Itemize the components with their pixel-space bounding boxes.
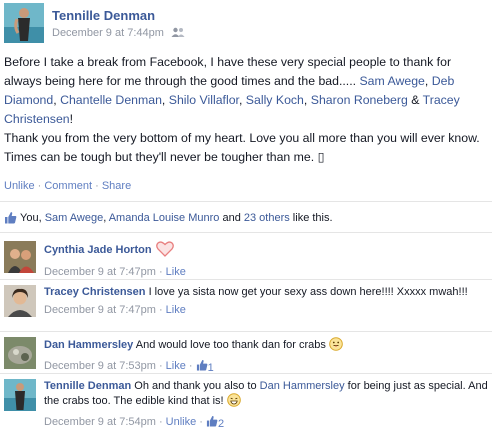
comment-timestamp[interactable]: December 9 at 7:53pm — [44, 360, 156, 372]
comment-body: Tracey Christensen I love ya sista now g… — [44, 285, 490, 317]
author-avatar[interactable] — [4, 3, 44, 43]
comment-like-count[interactable]: 2 — [206, 415, 224, 431]
divider — [0, 232, 492, 233]
post-timestamp[interactable]: December 9 at 7:44pm — [52, 27, 164, 39]
post-header: Tennille Denman December 9 at 7:44pm — [0, 0, 492, 50]
comment-body: Dan Hammersley And would love too thank … — [44, 337, 490, 375]
comment-meta: December 9 at 7:47pm · Like — [44, 304, 186, 316]
comment-unlike-link[interactable]: Unlike — [166, 416, 197, 428]
comment-link[interactable]: Comment — [44, 180, 92, 192]
tongue-emoji-icon — [329, 337, 343, 355]
heart-icon — [155, 241, 174, 261]
commenter-name[interactable]: Dan Hammersley — [44, 339, 133, 351]
post-author-name[interactable]: Tennille Denman — [52, 8, 155, 23]
commenter-avatar[interactable] — [4, 285, 36, 317]
like-count-value: 2 — [218, 418, 225, 430]
commenter-avatar[interactable] — [4, 379, 36, 411]
comment-meta: December 9 at 7:47pm · Like — [44, 266, 186, 278]
comment-like-link[interactable]: Like — [166, 304, 186, 316]
separator: · — [34, 180, 45, 192]
others-link[interactable]: 23 others — [244, 212, 290, 224]
post-body: Before I take a break from Facebook, I h… — [4, 53, 488, 167]
post-meta: December 9 at 7:44pm — [52, 27, 185, 40]
comment-body: Cynthia Jade Horton December 9 at 7:47pm… — [44, 241, 490, 279]
tag-link[interactable]: Chantelle Denman — [60, 93, 162, 107]
comment-timestamp[interactable]: December 9 at 7:47pm — [44, 266, 156, 278]
commenter-avatar[interactable] — [4, 337, 36, 369]
likes-summary: You, Sam Awege, Amanda Louise Munro and … — [4, 211, 333, 227]
likes-suffix: like this. — [289, 212, 333, 224]
and-text: and — [219, 212, 244, 224]
commenter-name[interactable]: Tennille Denman — [44, 380, 131, 392]
comment-timestamp[interactable]: December 9 at 7:54pm — [44, 416, 156, 428]
divider — [0, 373, 492, 374]
comment-timestamp[interactable]: December 9 at 7:47pm — [44, 304, 156, 316]
commenter-name[interactable]: Tracey Christensen — [44, 286, 146, 298]
comment-text: I love ya sista now get your sexy ass do… — [148, 286, 468, 298]
thumbs-up-icon — [206, 416, 218, 427]
tag-link[interactable]: Shilo Villaflor — [169, 93, 239, 107]
tag-link[interactable]: Sharon Roneberg — [311, 93, 408, 107]
share-link[interactable]: Share — [102, 180, 131, 192]
commenter-avatar[interactable] — [4, 241, 36, 273]
ampersand: & — [411, 93, 420, 107]
divider — [0, 331, 492, 332]
post-text-thanks: Thank you from the very bottom of my hea… — [4, 131, 480, 164]
comment-body: Tennille Denman Oh and thank you also to… — [44, 379, 490, 431]
thumbs-up-icon — [4, 211, 17, 227]
tag-link[interactable]: Sam Awege — [359, 74, 424, 88]
likes-you: You — [20, 212, 39, 224]
commenter-name[interactable]: Cynthia Jade Horton — [44, 244, 152, 256]
comment-like-link[interactable]: Like — [166, 266, 186, 278]
tag-link[interactable]: Sally Koch — [246, 93, 304, 107]
comment-meta: December 9 at 7:54pm · Unlike · 2 — [44, 415, 225, 431]
comment-text: Oh and thank you also to — [134, 380, 257, 392]
divider — [0, 279, 492, 280]
liker-link[interactable]: Sam Awege — [45, 212, 104, 224]
separator: · — [92, 180, 102, 192]
unlike-link[interactable]: Unlike — [4, 180, 35, 192]
friends-icon[interactable] — [171, 27, 185, 40]
exclamation: ! — [69, 112, 74, 126]
grin-emoji-icon — [226, 393, 241, 411]
divider — [0, 201, 492, 202]
liker-link[interactable]: Amanda Louise Munro — [109, 212, 220, 224]
post-actions: Unlike · Comment · Share — [4, 180, 131, 192]
mention-link[interactable]: Dan Hammersley — [260, 380, 345, 392]
comment-text: And would love too thank dan for crabs — [135, 339, 326, 351]
thumbs-up-icon — [196, 360, 208, 371]
comment-like-link[interactable]: Like — [166, 360, 186, 372]
